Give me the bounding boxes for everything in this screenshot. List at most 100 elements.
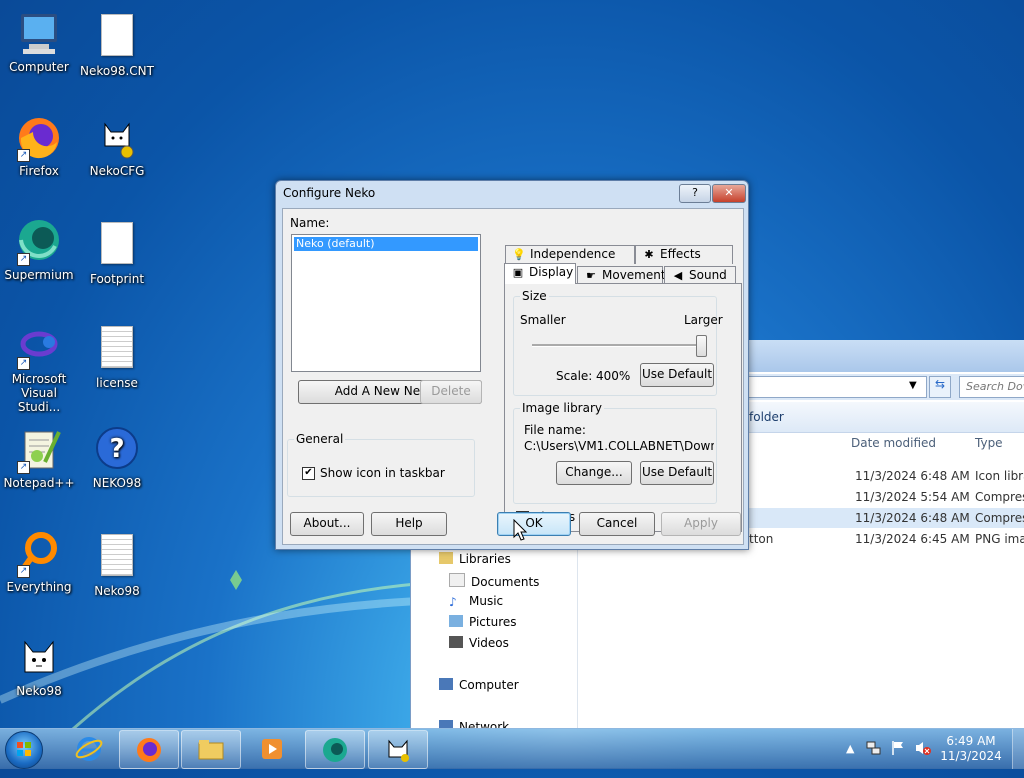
neko-cat-icon: [15, 634, 63, 682]
desktop-icon-neko98-exe[interactable]: Neko98: [0, 634, 78, 698]
scale-value: 400%: [596, 369, 631, 383]
file-type: PNG imag: [975, 532, 1024, 546]
neko-cat-icon: [388, 739, 409, 762]
delete-button[interactable]: Delete: [420, 380, 482, 404]
volume-muted-icon[interactable]: [914, 740, 932, 759]
text-document-icon: [93, 326, 141, 374]
action-center-flag-icon[interactable]: [890, 740, 906, 759]
desktop-icon-label: Firefox: [19, 164, 59, 178]
taskbar-media-player-button[interactable]: [243, 730, 301, 767]
folder-icon: [198, 740, 224, 760]
desktop-icon-label: Neko98: [94, 584, 140, 598]
desktop-icon-label: Microsoft Visual Studi...: [11, 372, 67, 414]
tab-label: Display: [529, 265, 574, 279]
start-button[interactable]: [5, 731, 43, 769]
title-help-button[interactable]: ?: [679, 184, 711, 203]
configure-neko-dialog[interactable]: Configure Neko ? ✕ Name: Neko (default) …: [275, 180, 749, 550]
desktop-icon-label: Supermium: [4, 268, 74, 282]
svg-text:?: ?: [109, 434, 124, 464]
file-type: Compres: [975, 511, 1024, 525]
mouse-cursor-icon: [513, 519, 528, 541]
shortcut-arrow-icon: ↗: [17, 149, 30, 162]
tab-label: Effects: [660, 247, 701, 261]
use-default-scale-button[interactable]: Use Default: [640, 363, 714, 387]
taskbar-firefox-button[interactable]: [119, 730, 179, 769]
desktop-icon-firefox[interactable]: ↗ Firefox: [0, 114, 78, 178]
desktop-icon-nekocfg[interactable]: NekoCFG: [78, 114, 156, 178]
use-default-image-button[interactable]: Use Default: [640, 461, 714, 485]
new-folder-button[interactable]: folder: [749, 410, 784, 424]
show-icon-label: Show icon in taskbar: [320, 466, 445, 480]
chevron-down-icon[interactable]: ▼: [909, 380, 917, 391]
clock-date: 11/3/2024: [940, 749, 1002, 763]
search-input[interactable]: Search Dov: [959, 376, 1024, 398]
change-button[interactable]: Change...: [556, 461, 632, 485]
dialog-title: Configure Neko: [283, 186, 376, 200]
nav-item-pictures[interactable]: Pictures: [449, 615, 517, 629]
tab-independence[interactable]: 💡 Independence: [505, 245, 635, 264]
size-slider-thumb[interactable]: [696, 335, 707, 357]
desktop-icon-label: Neko98: [16, 684, 62, 698]
show-hidden-icons-icon[interactable]: ▲: [846, 742, 854, 755]
smaller-label: Smaller: [520, 313, 566, 327]
desktop-icon-notepadpp[interactable]: ↗ Notepad++: [0, 426, 78, 490]
column-date-modified[interactable]: Date modified: [851, 436, 936, 450]
nav-item-computer[interactable]: Computer: [439, 678, 519, 692]
general-group-label: General: [294, 432, 346, 446]
document-icon: [93, 222, 141, 270]
size-slider-track[interactable]: [532, 344, 704, 347]
show-desktop-button[interactable]: [1012, 729, 1024, 769]
refresh-icon[interactable]: ⇆: [929, 376, 951, 398]
tab-effects[interactable]: ✱ Effects: [635, 245, 733, 264]
speaker-icon: ◀: [673, 269, 683, 282]
desktop-icon-neko98-help[interactable]: ? NEKO98: [78, 426, 156, 490]
cancel-button[interactable]: Cancel: [579, 512, 655, 536]
shortcut-arrow-icon: ↗: [17, 253, 30, 266]
windows-logo-icon: [17, 742, 31, 756]
display-tab-panel: Size Smaller Larger Scale: 400% Use Defa…: [504, 283, 742, 532]
taskbar-ie-button[interactable]: [60, 730, 118, 767]
network-tray-icon[interactable]: [866, 740, 882, 759]
tab-display[interactable]: ▣ Display: [504, 263, 576, 284]
close-button[interactable]: ✕: [712, 184, 746, 203]
taskbar-clock[interactable]: 6:49 AM 11/3/2024: [940, 734, 1002, 764]
file-name-label: File name:: [524, 423, 586, 437]
list-item[interactable]: Neko (default): [294, 237, 478, 251]
music-icon: ♪: [449, 595, 457, 609]
desktop-icon-computer[interactable]: Computer: [0, 10, 78, 74]
apply-button[interactable]: Apply: [661, 512, 741, 536]
size-group: Size Smaller Larger Scale: 400% Use Defa…: [513, 289, 723, 396]
column-type[interactable]: Type: [975, 436, 1003, 450]
dialog-client-area: Name: Neko (default) Add A New Neko... D…: [282, 208, 744, 545]
about-button[interactable]: About...: [290, 512, 364, 536]
taskbar: ▲ 6:49 AM 11/3/2024: [0, 728, 1024, 769]
ok-button[interactable]: OK: [497, 512, 571, 536]
image-library-group-label: Image library: [520, 401, 605, 415]
desktop-icon-supermium[interactable]: ↗ Supermium: [0, 218, 78, 282]
desktop-icon-everything[interactable]: ↗ Everything: [0, 530, 78, 594]
nav-item-libraries[interactable]: Libraries: [439, 552, 511, 566]
desktop-icon-label: Notepad++: [3, 476, 75, 490]
desktop-icon-neko98-txt[interactable]: Neko98: [78, 530, 156, 598]
help-button[interactable]: Help: [371, 512, 447, 536]
supermium-icon: [323, 738, 347, 762]
nav-item-music[interactable]: ♪ Music: [449, 594, 503, 609]
name-label: Name:: [290, 216, 330, 230]
desktop-icon-footprint[interactable]: Footprint: [78, 218, 156, 286]
desktop-icon-neko98-cnt[interactable]: Neko98.CNT: [78, 10, 156, 78]
desktop-icon-label: Footprint: [89, 272, 145, 286]
nav-item-network[interactable]: Network: [439, 720, 509, 728]
taskbar-explorer-button[interactable]: [181, 730, 241, 769]
desktop-icon-license[interactable]: license: [78, 322, 156, 390]
taskbar-nekocfg-button[interactable]: [368, 730, 428, 769]
shortcut-arrow-icon: ↗: [17, 461, 30, 474]
taskbar-supermium-button[interactable]: [305, 730, 365, 769]
nav-item-documents[interactable]: Documents: [449, 573, 539, 589]
larger-label: Larger: [684, 313, 723, 327]
neko-listbox[interactable]: Neko (default): [291, 234, 481, 372]
desktop-icon-label: Neko98.CNT: [80, 64, 154, 78]
desktop-icon-visual-studio[interactable]: ↗ Microsoft Visual Studi...: [0, 322, 78, 414]
nav-item-videos[interactable]: Videos: [449, 636, 509, 650]
show-icon-checkbox[interactable]: ✔: [302, 467, 315, 480]
libraries-icon: [439, 552, 453, 564]
